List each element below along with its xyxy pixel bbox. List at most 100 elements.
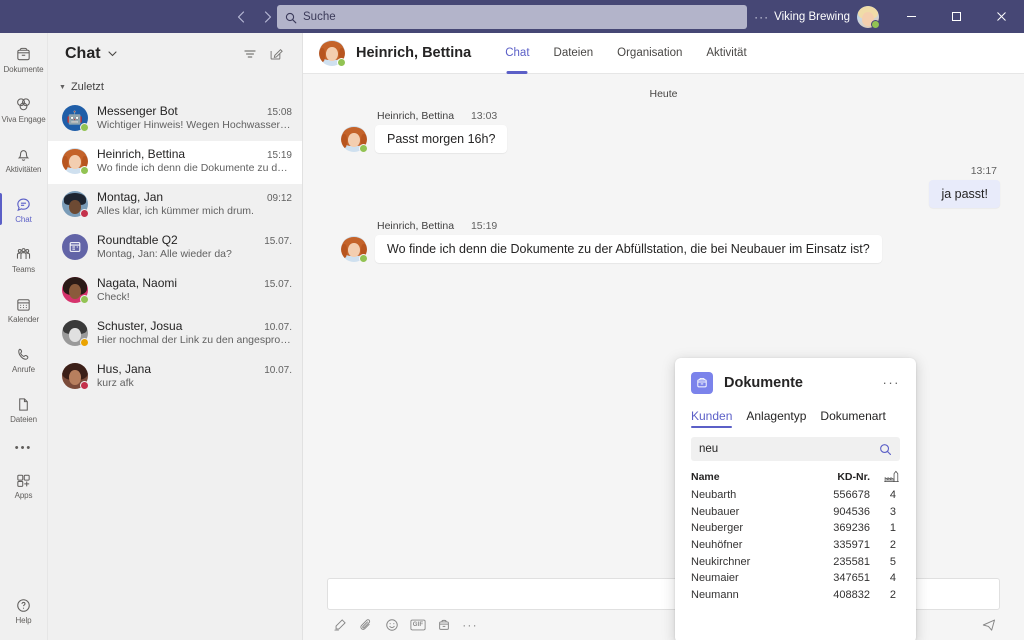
panel-tabs: Kunden Anlagentyp Dokumenart <box>691 409 900 428</box>
rail-item-aktivitaeten[interactable]: Aktivitäten <box>0 135 48 183</box>
chat-list-item-roundtable-q2[interactable]: Roundtable Q2 15.07. Montag, Jan: Alle w… <box>48 227 302 270</box>
rail-item-dokumente[interactable]: Dokumente <box>0 35 48 83</box>
maximize-button[interactable] <box>934 0 979 33</box>
cell-count: 2 <box>889 539 896 552</box>
cell-kd-nr: 408832 <box>833 588 870 601</box>
titlebar-more-icon[interactable]: ··· <box>754 10 769 24</box>
chat-list-item-heinrich-bettina[interactable]: Heinrich, Bettina 15:19 Wo finde ich den… <box>48 141 302 184</box>
minimize-button[interactable] <box>889 0 934 33</box>
table-row[interactable]: Neumaier 347651 4 <box>691 570 900 587</box>
avatar <box>62 191 89 218</box>
cell-count: 4 <box>889 572 896 585</box>
chat-list-item-montag-jan[interactable]: Montag, Jan 09:12 Alles klar, ich kümmer… <box>48 184 302 227</box>
message-meta: Heinrich, Bettina 13:03 <box>375 110 507 122</box>
rail-label: Viva Engage <box>1 114 46 124</box>
chat-list-item-messenger-bot[interactable]: 🤖 Messenger Bot 15:08 Wichtiger Hinweis!… <box>48 98 302 141</box>
table-row[interactable]: Neuhöfner 335971 2 <box>691 537 900 554</box>
chat-item-time: 15.07. <box>264 236 292 247</box>
chat-item-time: 10.07. <box>264 365 292 376</box>
presence-badge-available <box>337 58 346 67</box>
message-outgoing: 13:17 ja passt! <box>303 165 1024 208</box>
cell-name: Neubarth <box>691 489 737 502</box>
avatar <box>341 236 368 263</box>
global-search-input[interactable]: Suche <box>277 4 747 29</box>
message-bubble[interactable]: Wo finde ich denn die Dokumente zu der A… <box>375 235 882 263</box>
left-app-rail: Dokumente Viva Engage Aktivitäten Chat T… <box>0 33 48 640</box>
chat-list-item-schuster-josua[interactable]: Schuster, Josua 10.07. Hier nochmal der … <box>48 313 302 356</box>
tab-organisation[interactable]: Organisation <box>605 33 694 74</box>
conversation-tabs: Chat Dateien Organisation Aktivität <box>493 33 758 74</box>
cell-kd-nr: 235581 <box>833 555 870 568</box>
organization-label[interactable]: Viking Brewing <box>774 11 850 23</box>
search-icon[interactable] <box>879 443 892 456</box>
chevron-down-icon[interactable] <box>108 49 117 59</box>
user-avatar[interactable] <box>857 5 880 29</box>
rail-item-dateien[interactable]: Dateien <box>0 385 48 433</box>
column-header-name: Name <box>691 470 720 483</box>
rail-item-teams[interactable]: Teams <box>0 235 48 283</box>
rail-item-anrufe[interactable]: Anrufe <box>0 335 48 383</box>
plant-icon <box>870 470 900 483</box>
rail-item-chat[interactable]: Chat <box>0 185 48 233</box>
message-meta: Heinrich, Bettina 15:19 <box>375 220 882 232</box>
navigation-arrows <box>231 7 277 26</box>
message-column: 13:17 ja passt! <box>929 165 1000 208</box>
chat-list-item-hus-jana[interactable]: Hus, Jana 10.07. kurz afk <box>48 356 302 399</box>
rail-label: Help <box>15 615 32 625</box>
cell-kd-nr: 347651 <box>833 572 870 585</box>
rail-more-apps-icon[interactable]: ••• <box>15 435 33 461</box>
panel-tab-anlagentyp[interactable]: Anlagentyp <box>746 409 806 428</box>
rail-item-help[interactable]: Help <box>0 586 48 634</box>
chat-item-name: Hus, Jana <box>97 362 152 376</box>
chat-list-section-recent[interactable]: ▼ Zuletzt <box>48 75 302 98</box>
message-incoming: Heinrich, Bettina 15:19 Wo finde ich den… <box>303 220 1024 263</box>
panel-tab-dokumenart[interactable]: Dokumenart <box>820 409 885 428</box>
message-column: Heinrich, Bettina 13:03 Passt morgen 16h… <box>375 110 508 153</box>
message-bubble[interactable]: Passt morgen 16h? <box>375 125 508 153</box>
rail-item-kalender[interactable]: Kalender <box>0 285 48 333</box>
sticker-icon[interactable] <box>433 614 455 636</box>
rail-label: Chat <box>15 214 32 224</box>
conversation-header: Heinrich, Bettina Chat Dateien Organisat… <box>303 33 1024 74</box>
emoji-icon[interactable] <box>381 614 403 636</box>
rail-label: Teams <box>11 264 36 274</box>
chat-item-body: Nagata, Naomi 15.07. Check! <box>97 276 292 303</box>
presence-badge-busy <box>80 381 89 390</box>
chat-item-time: 15.07. <box>264 279 292 290</box>
cell-name: Neubauer <box>691 505 740 518</box>
section-label: Zuletzt <box>70 81 104 93</box>
chat-item-body: Heinrich, Bettina 15:19 Wo finde ich den… <box>97 147 292 174</box>
close-button[interactable] <box>979 0 1024 33</box>
calendar-icon <box>15 295 32 314</box>
kunden-table: Name KD-Nr. Neubarth 556678 4 Neubauer 9… <box>691 470 900 603</box>
chat-item-time: 15:19 <box>266 150 292 161</box>
table-row[interactable]: Neubauer 904536 3 <box>691 504 900 521</box>
message-bubble[interactable]: ja passt! <box>929 180 1000 208</box>
table-row[interactable]: Neumann 408832 2 <box>691 587 900 604</box>
giphy-icon[interactable]: GIF <box>407 614 429 636</box>
panel-search-input[interactable]: neu <box>691 437 900 461</box>
attach-icon[interactable] <box>355 614 377 636</box>
rail-item-apps[interactable]: Apps <box>0 461 48 509</box>
rail-item-viva-engage[interactable]: Viva Engage <box>0 85 48 133</box>
table-row[interactable]: Neuberger 369236 1 <box>691 520 900 537</box>
back-button[interactable] <box>231 7 250 26</box>
table-row[interactable]: Neukirchner 235581 5 <box>691 553 900 570</box>
forward-button[interactable] <box>258 7 277 26</box>
panel-tab-kunden[interactable]: Kunden <box>691 409 733 428</box>
tab-aktivitaet[interactable]: Aktivität <box>694 33 758 74</box>
apps-grid-icon <box>15 471 32 490</box>
file-icon <box>15 395 32 414</box>
format-icon[interactable] <box>329 614 351 636</box>
cell-count: 4 <box>889 489 896 502</box>
more-options-icon[interactable]: ··· <box>459 614 481 636</box>
filter-icon[interactable] <box>237 41 263 67</box>
tab-chat[interactable]: Chat <box>493 33 541 74</box>
chat-list-item-nagata-naomi[interactable]: Nagata, Naomi 15.07. Check! <box>48 270 302 313</box>
new-chat-icon[interactable] <box>263 41 289 67</box>
chat-item-name: Heinrich, Bettina <box>97 147 186 161</box>
table-row[interactable]: Neubarth 556678 4 <box>691 487 900 504</box>
tab-dateien[interactable]: Dateien <box>542 33 606 74</box>
panel-more-options-icon[interactable]: ··· <box>883 376 901 389</box>
send-icon[interactable] <box>978 614 1000 636</box>
